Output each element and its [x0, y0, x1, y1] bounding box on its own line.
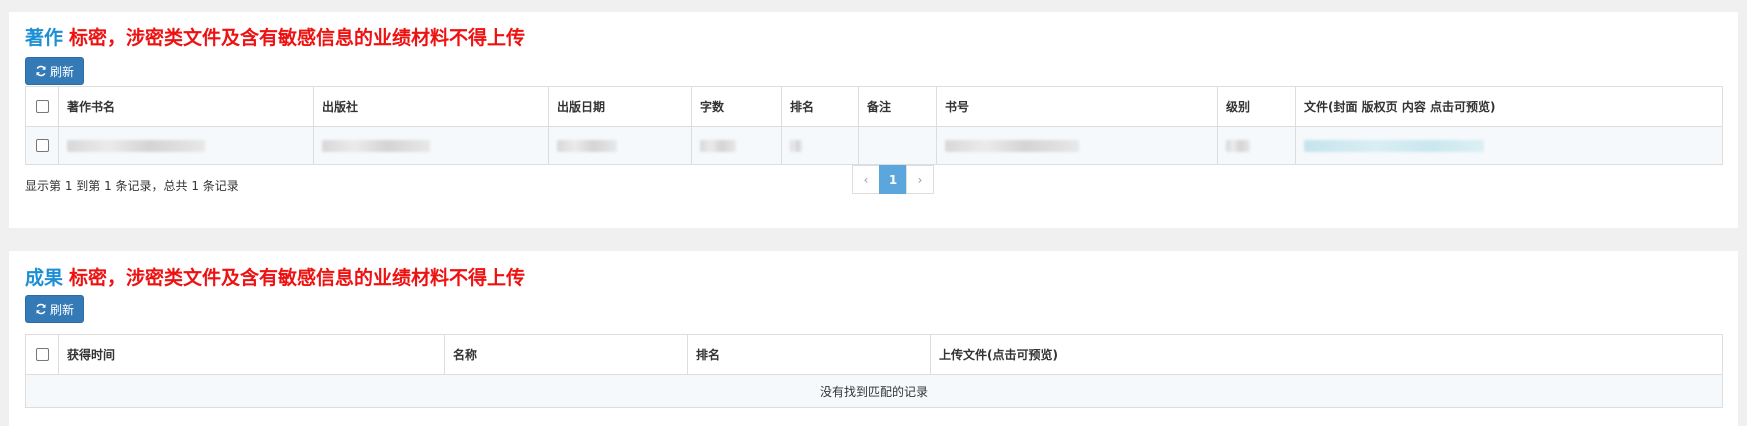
- cell-publish-date: [548, 127, 691, 164]
- redacted-text: [322, 139, 430, 152]
- works-panel-title: 著作 标密，涉密类文件及含有敏感信息的业绩材料不得上传: [25, 25, 525, 51]
- works-table-header: 著作书名 出版社 出版日期 字数 排名 备注 书号 级别 文件(封面 版权页 内…: [26, 87, 1722, 127]
- redacted-text: [1226, 139, 1250, 152]
- redacted-text: [790, 139, 802, 152]
- works-refresh-button[interactable]: 刷新: [25, 57, 84, 85]
- works-table: 著作书名 出版社 出版日期 字数 排名 备注 书号 级别 文件(封面 版权页 内…: [25, 86, 1723, 165]
- redacted-text: [67, 139, 205, 152]
- col-name[interactable]: 名称: [444, 335, 687, 374]
- cell-word-count: [691, 127, 781, 164]
- page-button-current[interactable]: 1: [879, 165, 907, 194]
- row-select-cell: [26, 127, 58, 164]
- col-level[interactable]: 级别: [1217, 87, 1295, 126]
- col-book-number[interactable]: 书号: [936, 87, 1217, 126]
- select-all-cell: [26, 335, 58, 374]
- prev-page-button[interactable]: ‹: [852, 165, 880, 194]
- redacted-text: [945, 139, 1079, 152]
- achievements-refresh-button[interactable]: 刷新: [25, 295, 84, 323]
- cell-rank: [781, 127, 858, 164]
- redacted-text: [700, 139, 736, 152]
- select-all-checkbox[interactable]: [35, 348, 49, 361]
- empty-message: 没有找到匹配的记录: [26, 375, 1722, 407]
- table-row[interactable]: [26, 127, 1722, 164]
- cell-book-title: [58, 127, 313, 164]
- select-all-cell: [26, 87, 58, 126]
- col-publisher[interactable]: 出版社: [313, 87, 548, 126]
- achievements-refresh-label: 刷新: [49, 302, 74, 317]
- file-preview-link[interactable]: [1304, 139, 1484, 152]
- col-rank[interactable]: 排名: [781, 87, 858, 126]
- col-acquired-time[interactable]: 获得时间: [58, 335, 444, 374]
- col-upload-files[interactable]: 上传文件(点击可预览): [930, 335, 1722, 374]
- refresh-icon: [36, 65, 46, 77]
- cell-files: [1295, 127, 1722, 164]
- works-title: 著作: [25, 27, 64, 49]
- redacted-text: [557, 139, 617, 152]
- pagination: ‹ 1 ›: [852, 165, 934, 194]
- col-book-title[interactable]: 著作书名: [58, 87, 313, 126]
- cell-publisher: [313, 127, 548, 164]
- refresh-icon: [36, 303, 46, 315]
- col-publish-date[interactable]: 出版日期: [548, 87, 691, 126]
- achievements-table: 获得时间 名称 排名 上传文件(点击可预览) 没有找到匹配的记录: [25, 334, 1723, 408]
- achievements-panel-title: 成果 标密，涉密类文件及含有敏感信息的业绩材料不得上传: [25, 265, 525, 291]
- select-all-checkbox[interactable]: [35, 100, 49, 113]
- pagination-info: 显示第 1 到第 1 条记录，总共 1 条记录: [25, 179, 239, 193]
- row-checkbox[interactable]: [35, 139, 49, 152]
- works-panel: 著作 标密，涉密类文件及含有敏感信息的业绩材料不得上传 刷新 著作书名 出版社 出…: [9, 12, 1738, 228]
- works-warning: 标密，涉密类文件及含有敏感信息的业绩材料不得上传: [69, 27, 526, 49]
- cell-level: [1217, 127, 1295, 164]
- col-files[interactable]: 文件(封面 版权页 内容 点击可预览): [1295, 87, 1722, 126]
- col-word-count[interactable]: 字数: [691, 87, 781, 126]
- achievements-panel: 成果 标密，涉密类文件及含有敏感信息的业绩材料不得上传 刷新 获得时间 名称 排名…: [9, 251, 1738, 426]
- achievements-warning: 标密，涉密类文件及含有敏感信息的业绩材料不得上传: [69, 267, 526, 289]
- works-refresh-label: 刷新: [49, 64, 74, 79]
- col-remark[interactable]: 备注: [858, 87, 936, 126]
- cell-book-number: [936, 127, 1217, 164]
- cell-remark: [858, 127, 936, 164]
- achievements-title: 成果: [25, 267, 64, 289]
- next-page-button[interactable]: ›: [906, 165, 934, 194]
- achievements-table-header: 获得时间 名称 排名 上传文件(点击可预览): [26, 335, 1722, 375]
- col-rank[interactable]: 排名: [687, 335, 930, 374]
